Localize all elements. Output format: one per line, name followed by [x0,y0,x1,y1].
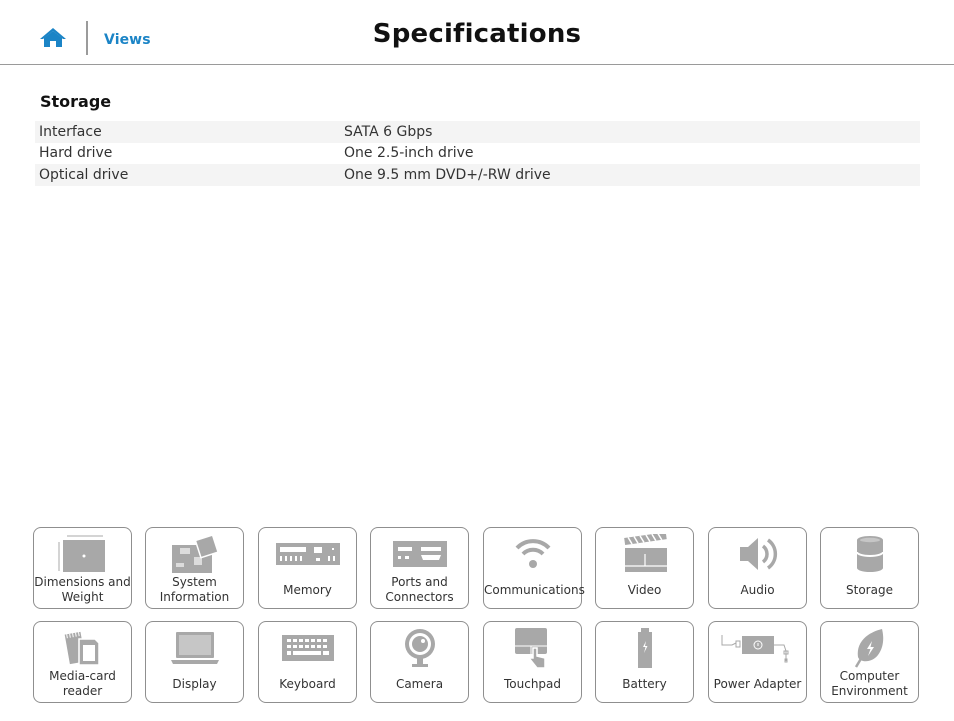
spec-label: Hard drive [39,145,113,162]
tile-media-card-reader[interactable]: Media-card reader [33,621,132,703]
tile-label: Communications [484,583,585,597]
touchpad-icon [514,628,547,669]
spec-value: SATA 6 Gbps [344,123,433,140]
table-row: Hard drive One 2.5-inch drive [35,143,920,165]
tile-label: Display [172,677,217,691]
leaf-icon [854,629,883,668]
clapperboard-icon [623,534,667,572]
tile-keyboard[interactable]: Keyboard [258,621,357,703]
section-title: Storage [40,92,112,111]
ports-icon [392,541,447,567]
speaker-icon [739,538,777,570]
tile-video[interactable]: Video [595,527,694,609]
tile-system-information[interactable]: System Information [145,527,244,609]
tile-label: Camera [395,677,444,691]
tile-camera[interactable]: Camera [370,621,469,703]
header-bar: Views Specifications [0,0,954,65]
power-adapter-icon [721,635,788,663]
tile-computer-environment[interactable]: Computer Environment [820,621,919,703]
tile-label: Video [627,583,662,597]
tile-label: Audio [740,583,775,597]
media-card-icon [64,631,100,666]
tile-communications[interactable]: Communications [483,527,585,609]
spec-label: Interface [39,123,102,140]
tile-label: Ports and Connectors [385,575,454,604]
spec-table: Interface SATA 6 Gbps Hard drive One 2.5… [35,121,920,186]
laptop-dimensions-icon [58,535,105,572]
tile-battery[interactable]: Battery [595,621,694,703]
tile-label: Power Adapter [713,677,802,691]
battery-icon [637,628,652,668]
webcam-icon [404,629,435,667]
tile-label: Media-card reader [49,669,116,698]
tile-label: Dimensions and Weight [34,575,131,604]
tile-dimensions-and-weight[interactable]: Dimensions and Weight [33,527,132,609]
tile-ports-and-connectors[interactable]: Ports and Connectors [370,527,469,609]
page-title: Specifications [372,19,582,49]
tile-label: Battery [622,677,667,691]
tile-label: Storage [846,583,893,597]
tile-label: Computer Environment [831,669,908,698]
tile-power-adapter[interactable]: Power Adapter [708,621,807,703]
tile-label: Touchpad [503,677,562,691]
spec-label: Optical drive [39,166,129,183]
tile-display[interactable]: Display [145,621,244,703]
table-row: Optical drive One 9.5 mm DVD+/-RW drive [35,164,920,186]
tile-touchpad[interactable]: Touchpad [483,621,582,703]
wifi-icon [515,539,550,568]
storage-cylinder-icon [855,536,884,572]
tile-audio[interactable]: Audio [708,527,807,609]
tile-label: Keyboard [279,677,336,691]
tile-label: Memory [283,583,332,597]
spec-value: One 2.5-inch drive [344,145,474,162]
table-row: Interface SATA 6 Gbps [35,121,920,143]
motherboard-icon [171,534,219,573]
tile-storage[interactable]: Storage [820,527,919,609]
tile-memory[interactable]: Memory [258,527,357,609]
tile-label: System Information [159,575,230,604]
keyboard-icon [281,635,334,661]
spec-value: One 9.5 mm DVD+/-RW drive [344,166,551,183]
memory-module-icon [275,543,340,565]
laptop-display-icon [170,632,219,664]
